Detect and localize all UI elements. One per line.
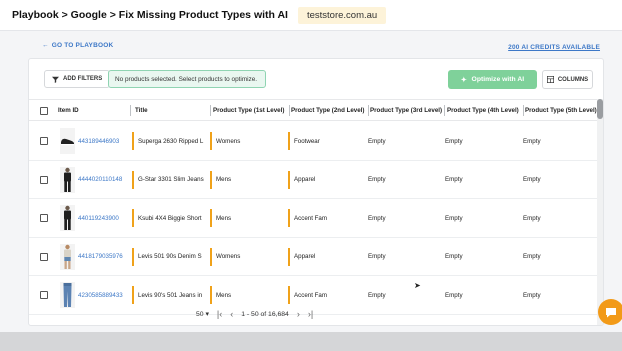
products-card: ADD FILTERS No products selected. Select… <box>28 58 604 326</box>
level-2-cell[interactable]: Apparel <box>288 238 366 276</box>
product-title-cell: Levis 501 90s Denim S <box>132 238 208 276</box>
columns-button[interactable]: COLUMNS <box>542 70 593 89</box>
column-header-title[interactable]: Title <box>135 100 211 121</box>
column-header-item-id[interactable]: Item ID <box>58 100 131 121</box>
product-title-cell: Ksubi 4X4 Biggie Short <box>132 199 208 237</box>
level-4-cell[interactable]: Empty <box>445 276 522 314</box>
next-page-icon[interactable]: › <box>297 309 300 319</box>
level-5-cell[interactable]: Empty <box>523 161 596 199</box>
product-title-cell: G-Star 3301 Slim Jeans <box>132 161 208 199</box>
table-row[interactable]: 4444020110148 G-Star 3301 Slim Jeans Men… <box>29 161 599 199</box>
item-id-link[interactable]: 4230585889433 <box>78 276 130 314</box>
page-range: 1 - 50 of 16,684 <box>241 310 289 318</box>
mouse-cursor: ➤ <box>414 281 421 290</box>
table-row[interactable]: 4418179035976 Levis 501 90s Denim S Wome… <box>29 238 599 276</box>
level-4-cell[interactable]: Empty <box>445 238 522 276</box>
add-filters-button[interactable]: ADD FILTERS <box>44 70 111 88</box>
pagination: 50 ▾ |‹ ‹ 1 - 50 of 16,684 › ›| <box>196 307 313 321</box>
level-3-cell[interactable]: Empty <box>368 238 443 276</box>
level-3-cell[interactable]: Empty <box>368 276 443 314</box>
prev-page-icon[interactable]: ‹ <box>230 309 233 319</box>
arrow-left-icon: ← <box>42 42 49 49</box>
level-4-cell[interactable]: Empty <box>445 161 522 199</box>
columns-icon <box>546 76 554 83</box>
product-thumbnail <box>58 199 76 237</box>
column-header-level-4[interactable]: Product Type (4th Level) <box>447 100 524 121</box>
ai-credits-link[interactable]: 200 AI CREDITS AVAILABLE <box>508 44 600 51</box>
sparkle-icon: ✦ <box>460 76 467 84</box>
breadcrumb: Playbook > Google > Fix Missing Product … <box>12 9 288 21</box>
chat-button[interactable] <box>598 299 622 325</box>
level-5-cell[interactable]: Empty <box>523 199 596 237</box>
row-checkbox[interactable] <box>34 238 54 276</box>
optimize-with-ai-button[interactable]: ✦ Optimize with AI <box>448 70 537 89</box>
level-1-cell[interactable]: Womens <box>210 238 287 276</box>
select-all-checkbox[interactable] <box>34 100 54 121</box>
level-2-cell[interactable]: Footwear <box>288 122 366 160</box>
product-title-cell: Superga 2630 Ripped L <box>132 122 208 160</box>
column-header-level-1[interactable]: Product Type (1st Level) <box>213 100 290 121</box>
level-5-cell[interactable]: Empty <box>523 238 596 276</box>
last-page-icon[interactable]: ›| <box>308 309 313 319</box>
row-checkbox[interactable] <box>34 199 54 237</box>
back-link[interactable]: ← GO TO PLAYBOOK <box>42 42 113 49</box>
item-id-link[interactable]: 443189446903 <box>78 122 130 160</box>
level-4-cell[interactable]: Empty <box>445 199 522 237</box>
product-thumbnail <box>58 238 76 276</box>
item-id-link[interactable]: 4418179035976 <box>78 238 130 276</box>
page-size-select[interactable]: 50 ▾ <box>196 310 209 318</box>
item-id-link[interactable]: 4444020110148 <box>78 161 130 199</box>
level-4-cell[interactable]: Empty <box>445 122 522 160</box>
level-2-cell[interactable]: Apparel <box>288 161 366 199</box>
level-3-cell[interactable]: Empty <box>368 122 443 160</box>
product-thumbnail <box>58 122 76 160</box>
table-row[interactable]: 443189446903 Superga 2630 Ripped L Women… <box>29 122 599 161</box>
level-1-cell[interactable]: Womens <box>210 122 287 160</box>
column-header-level-2[interactable]: Product Type (2nd Level) <box>291 100 369 121</box>
table-row[interactable]: 4230585889433 Levis 90's 501 Jeans in Me… <box>29 276 599 315</box>
item-id-link[interactable]: 440119243900 <box>78 199 130 237</box>
level-1-cell[interactable]: Mens <box>210 161 287 199</box>
row-checkbox[interactable] <box>34 161 54 199</box>
filter-icon <box>52 76 59 83</box>
chat-icon <box>606 307 616 317</box>
first-page-icon[interactable]: |‹ <box>217 309 222 319</box>
product-thumbnail <box>58 276 76 314</box>
level-5-cell[interactable]: Empty <box>523 276 596 314</box>
row-checkbox[interactable] <box>34 122 54 160</box>
level-1-cell[interactable]: Mens <box>210 199 287 237</box>
level-3-cell[interactable]: Empty <box>368 161 443 199</box>
product-thumbnail <box>58 161 76 199</box>
bottom-strip <box>0 332 622 351</box>
column-header-level-5[interactable]: Product Type (5th Level) <box>525 100 598 121</box>
table-header: Item ID Title Product Type (1st Level) P… <box>29 99 603 121</box>
row-checkbox[interactable] <box>34 276 54 314</box>
table-row[interactable]: 440119243900 Ksubi 4X4 Biggie Short Mens… <box>29 199 599 238</box>
store-badge[interactable]: teststore.com.au <box>297 6 387 24</box>
level-5-cell[interactable]: Empty <box>523 122 596 160</box>
table-scrollbar[interactable] <box>597 99 603 325</box>
top-bar: Playbook > Google > Fix Missing Product … <box>0 0 622 31</box>
selection-status-alert: No products selected. Select products to… <box>108 70 266 88</box>
column-header-level-3[interactable]: Product Type (3rd Level) <box>370 100 445 121</box>
level-2-cell[interactable]: Accent Fam <box>288 199 366 237</box>
level-3-cell[interactable]: Empty <box>368 199 443 237</box>
